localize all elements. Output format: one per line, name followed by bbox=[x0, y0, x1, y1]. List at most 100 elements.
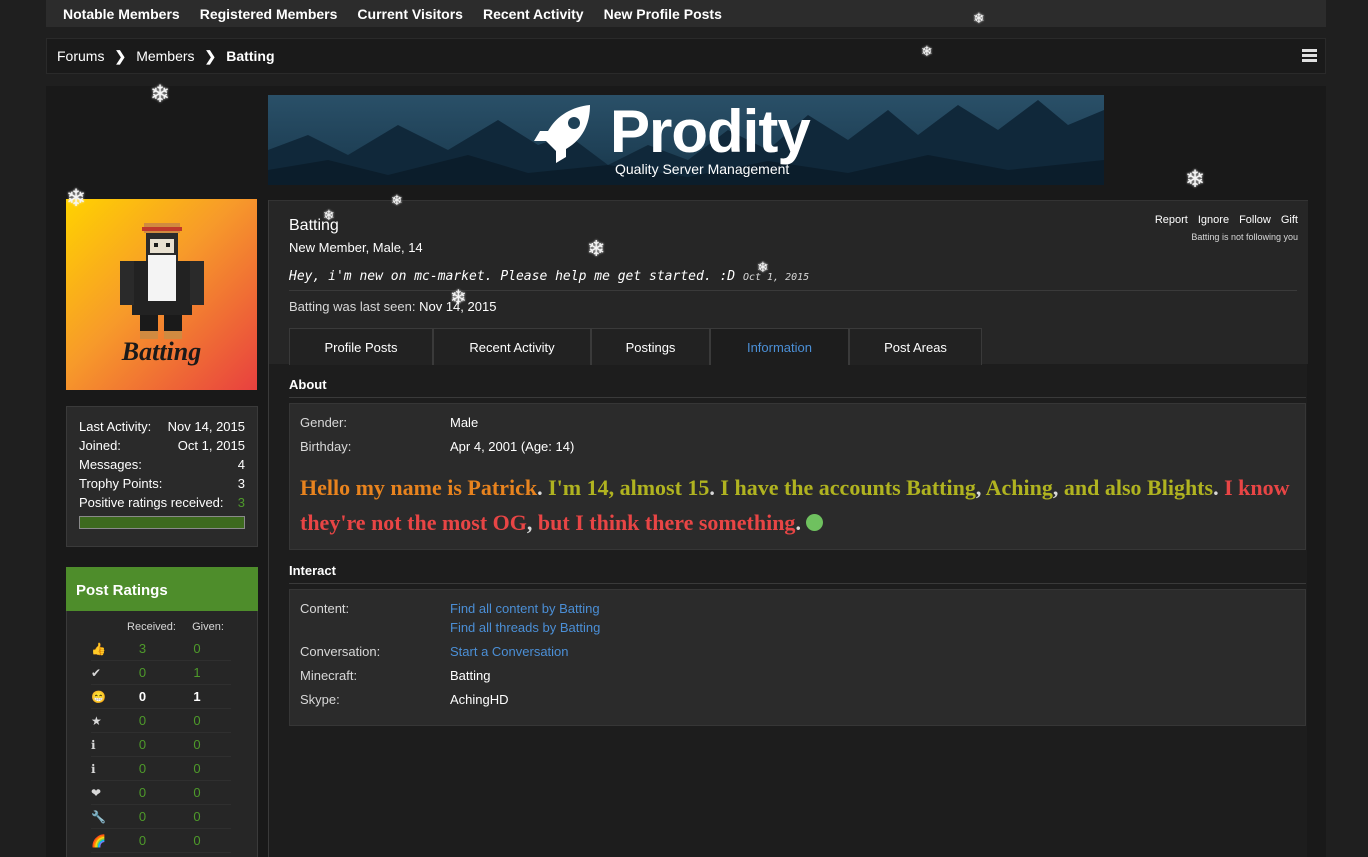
page-content: Prodity Quality Server Management Battin… bbox=[46, 86, 1326, 857]
tab-postings[interactable]: Postings bbox=[591, 328, 710, 365]
rating-row: ✔ 0 1 bbox=[91, 661, 231, 685]
tab-recent-activity[interactable]: Recent Activity bbox=[433, 328, 591, 365]
rating-given[interactable]: 0 bbox=[163, 809, 231, 824]
follow-link[interactable]: Follow bbox=[1239, 214, 1271, 226]
breadcrumb-forums[interactable]: Forums bbox=[57, 48, 104, 64]
stat-messages: Messages: 4 bbox=[79, 457, 245, 472]
nav-notable-members[interactable]: Notable Members bbox=[63, 6, 180, 22]
logo-text: Prodity bbox=[610, 98, 811, 165]
profile-user-title: New Member, Male, 14 bbox=[289, 240, 423, 255]
checkmark-icon: ✔ bbox=[91, 665, 102, 680]
content-row-2: Find all threads by Batting bbox=[450, 620, 600, 635]
thumbs-up-icon: 👍 bbox=[91, 641, 106, 656]
post-ratings-title: Post Ratings bbox=[66, 567, 258, 611]
snowflake-icon: ❄ bbox=[757, 259, 769, 275]
rainbow-icon: 🌈 bbox=[91, 833, 106, 848]
status-date[interactable]: Oct 1, 2015 bbox=[743, 272, 809, 283]
rating-row: ℹ 00 bbox=[91, 757, 231, 781]
rating-received[interactable]: 0 bbox=[122, 833, 163, 848]
rating-row: 🌈 0 0 bbox=[91, 829, 231, 853]
chevron-right-icon: ❯ bbox=[114, 47, 127, 64]
rating-given[interactable]: 1 bbox=[163, 689, 231, 704]
rating-received[interactable]: 0 bbox=[122, 713, 163, 728]
birthday-row: Birthday: Apr 4, 2001 (Age: 14) bbox=[300, 439, 575, 454]
minecraft-row: Minecraft: Batting bbox=[300, 668, 491, 683]
gift-link[interactable]: Gift bbox=[1281, 214, 1298, 226]
rating-received[interactable]: 0 bbox=[122, 665, 163, 680]
find-all-threads-link[interactable]: Find all threads by Batting bbox=[450, 620, 600, 635]
skype-row: Skype: AchingHD bbox=[300, 692, 509, 707]
snowflake-icon: ❄ bbox=[587, 236, 606, 261]
snowflake-icon: ❄ bbox=[1185, 166, 1206, 193]
snowflake-icon: ❄ bbox=[973, 10, 985, 26]
logo-subtitle: Quality Server Management bbox=[615, 161, 790, 177]
report-link[interactable]: Report bbox=[1155, 214, 1188, 226]
interact-heading: Interact bbox=[289, 563, 336, 578]
post-ratings-table: Received: Given: 👍 3 0 ✔ 0 1 😁 0 1 ★ 0 0 ℹ 0 0 ℹ 0 0 ❤ 0 0 🔧 0… bbox=[66, 611, 258, 857]
snowflake-icon: ❄ bbox=[150, 81, 171, 108]
breadcrumb-current[interactable]: Batting bbox=[226, 48, 274, 64]
rating-given[interactable]: 0 bbox=[163, 641, 231, 656]
nav-new-profile-posts[interactable]: New Profile Posts bbox=[604, 6, 722, 22]
rating-given[interactable]: 0 bbox=[163, 713, 231, 728]
divider bbox=[289, 583, 1306, 584]
tab-information[interactable]: Information bbox=[710, 328, 849, 365]
rocket-icon bbox=[534, 105, 590, 163]
ignore-link[interactable]: Ignore bbox=[1198, 214, 1229, 226]
breadcrumb-members[interactable]: Members bbox=[136, 48, 194, 64]
start-conversation-link[interactable]: Start a Conversation bbox=[450, 644, 569, 659]
rating-received[interactable]: 0 bbox=[122, 737, 163, 752]
rating-given[interactable]: 0 bbox=[163, 761, 231, 776]
about-heading: About bbox=[289, 377, 327, 392]
tab-post-areas[interactable]: Post Areas bbox=[849, 328, 982, 365]
member-stats: Last Activity: Nov 14, 2015 Joined: Oct … bbox=[66, 406, 258, 547]
profile-header: Batting New Member, Male, 14 Hey, i'm ne… bbox=[269, 200, 1308, 365]
tab-profile-posts[interactable]: Profile Posts bbox=[289, 328, 433, 365]
nav-recent-activity[interactable]: Recent Activity bbox=[483, 6, 584, 22]
rating-received[interactable]: 3 bbox=[122, 641, 163, 656]
rating-row: ★ 0 0 bbox=[91, 709, 231, 733]
chevron-right-icon: ❯ bbox=[204, 47, 217, 64]
find-all-content-link[interactable]: Find all content by Batting bbox=[450, 601, 600, 616]
rating-received[interactable]: 0 bbox=[122, 785, 163, 800]
breadcrumb: Forums ❯ Members ❯ Batting bbox=[46, 38, 1326, 74]
rating-received[interactable]: 0 bbox=[122, 689, 163, 704]
site-banner[interactable]: Prodity Quality Server Management bbox=[268, 95, 1104, 185]
post-ratings-header: Received: Given: bbox=[127, 621, 224, 633]
profile-main: Batting New Member, Male, 14 Hey, i'm ne… bbox=[268, 200, 1308, 857]
conversation-row: Conversation: Start a Conversation bbox=[300, 644, 569, 659]
rating-row: 👍 3 0 bbox=[91, 637, 231, 661]
info-green-icon: ℹ bbox=[91, 761, 96, 776]
snowflake-icon: ❄ bbox=[921, 43, 933, 59]
snowflake-icon: ❄ bbox=[450, 287, 467, 309]
divider bbox=[289, 397, 1306, 398]
gender-row: Gender: Male bbox=[300, 415, 479, 430]
status-text: Hey, i'm new on mc-market. Please help m… bbox=[289, 269, 736, 284]
avatar-caption: Batting bbox=[121, 337, 202, 366]
top-navigation: Notable Members Registered Members Curre… bbox=[46, 0, 1326, 27]
profile-actions: Report Ignore Follow Gift bbox=[1155, 214, 1298, 226]
rating-given[interactable]: 0 bbox=[163, 785, 231, 800]
follow-status: Batting is not following you bbox=[1191, 232, 1298, 242]
rating-given[interactable]: 1 bbox=[163, 665, 231, 680]
star-icon: ★ bbox=[91, 713, 102, 728]
content-row: Content: Find all content by Batting bbox=[300, 601, 600, 616]
snowflake-icon: ❄ bbox=[66, 185, 87, 212]
avatar[interactable]: Batting bbox=[66, 199, 257, 390]
rating-given[interactable]: 0 bbox=[163, 833, 231, 848]
snowflake-icon: ❄ bbox=[391, 192, 403, 208]
info-icon: ℹ bbox=[91, 737, 96, 752]
hamburger-menu-icon[interactable] bbox=[1302, 49, 1317, 62]
bio-text: Hello my name is Patrick. I'm 14, almost… bbox=[300, 475, 1290, 535]
rating-row: ℹ 00 bbox=[91, 733, 231, 757]
profile-status: Hey, i'm new on mc-market. Please help m… bbox=[289, 269, 809, 284]
rating-given[interactable]: 0 bbox=[163, 737, 231, 752]
grin-icon: 😁 bbox=[91, 689, 106, 704]
rating-received[interactable]: 0 bbox=[122, 809, 163, 824]
nav-current-visitors[interactable]: Current Visitors bbox=[357, 6, 463, 22]
about-section: Gender: Male Birthday: Apr 4, 2001 (Age: 1… bbox=[289, 403, 1306, 550]
divider bbox=[289, 290, 1297, 291]
rating-received[interactable]: 0 bbox=[122, 761, 163, 776]
nav-registered-members[interactable]: Registered Members bbox=[200, 6, 338, 22]
interact-section: Content: Find all content by Batting Find… bbox=[289, 589, 1306, 726]
